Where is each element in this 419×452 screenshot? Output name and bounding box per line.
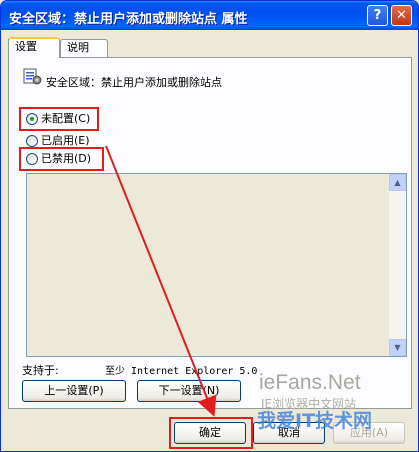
properties-dialog: 安全区域：禁止用户添加或删除站点 属性 ? ✕ 设置 说明 安全区域：禁止用户添… (0, 0, 419, 452)
annotation-arrow (105, 145, 217, 417)
tab-settings[interactable]: 设置 (8, 37, 60, 58)
